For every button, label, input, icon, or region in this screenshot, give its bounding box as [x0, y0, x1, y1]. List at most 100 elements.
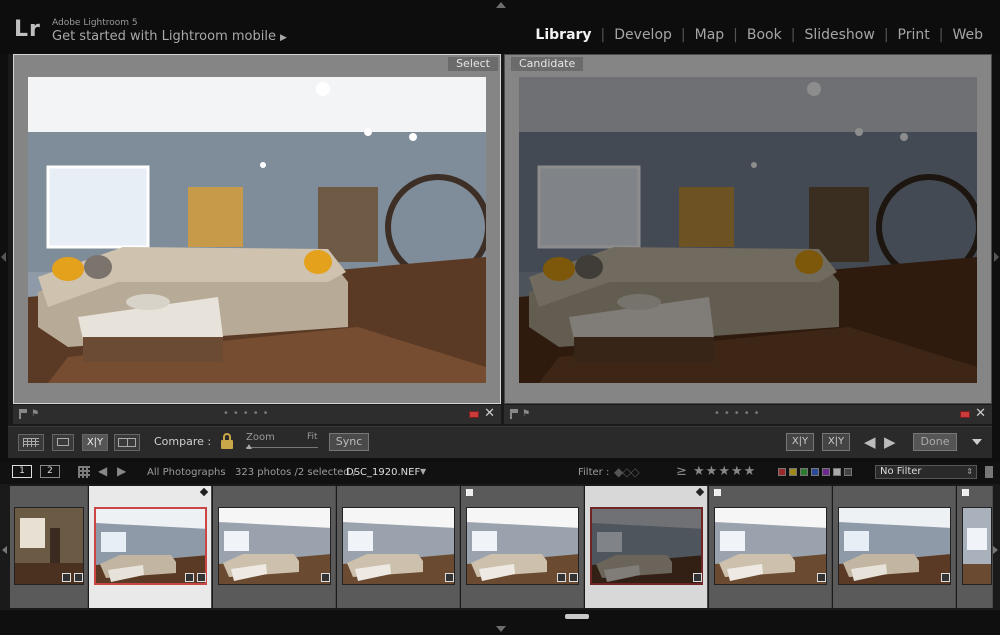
right-panel-toggle-arrow-icon[interactable]	[994, 252, 999, 262]
filmstrip-thumbnail[interactable]	[213, 486, 336, 608]
back-arrow-icon[interactable]: ◀	[98, 464, 107, 478]
candidate-label: Candidate	[511, 57, 584, 71]
flag-filter-icons[interactable]: ◆◇◇	[614, 465, 640, 479]
color-filter-blue[interactable]	[811, 468, 819, 476]
select-pane[interactable]: Select	[13, 54, 501, 404]
sync-button[interactable]: Sync	[329, 433, 369, 451]
close-icon[interactable]: ✕	[484, 406, 495, 421]
module-web[interactable]: Web	[943, 27, 992, 43]
filmstrip-thumbnail[interactable]	[833, 486, 956, 608]
module-library[interactable]: Library	[526, 27, 600, 43]
zoom-slider-knob[interactable]	[246, 444, 252, 449]
candidate-photo[interactable]	[519, 77, 977, 383]
filmstrip-thumbnail-selected[interactable]	[585, 486, 708, 608]
pick-flag-icon	[714, 489, 721, 496]
filmstrip-thumbnail[interactable]	[10, 486, 88, 608]
stack-badge-icon	[62, 573, 71, 582]
thumbnail-photo	[839, 508, 950, 584]
stack-badge-icon	[817, 573, 826, 582]
zoom-slider-track[interactable]	[246, 447, 318, 448]
stack-badge-icon	[693, 573, 702, 582]
color-filter-green[interactable]	[800, 468, 808, 476]
select-pane-status-bar: ⚑ ••••• ✕	[13, 404, 501, 424]
filmstrip-thumbnail-selected[interactable]	[89, 486, 212, 608]
close-icon[interactable]: ✕	[975, 406, 986, 421]
triangle-right-icon: ▶	[279, 33, 287, 43]
thumbnail-image	[218, 507, 331, 585]
forward-arrow-icon[interactable]: ▶	[117, 464, 126, 478]
module-develop[interactable]: Develop	[605, 27, 681, 43]
thumbnail-image	[838, 507, 951, 585]
make-select-button[interactable]: X|Y	[822, 433, 850, 451]
grid-view-icon[interactable]	[78, 466, 90, 478]
module-print[interactable]: Print	[889, 27, 939, 43]
done-button[interactable]: Done	[913, 433, 957, 451]
filmstrip-scroll-left-icon[interactable]	[2, 546, 7, 554]
flag-icon[interactable]	[19, 409, 29, 419]
swap-button[interactable]: X|Y	[786, 433, 814, 451]
candidate-pane[interactable]: Candidate	[504, 54, 992, 404]
toolbar-options-chevron-down-icon[interactable]	[972, 439, 982, 445]
thumbnail-image	[962, 507, 992, 585]
compare-toolbar: X|Y Compare : Zoom Fit Sync X|Y X|Y ◀ ▶ …	[8, 426, 992, 458]
previous-arrow-icon[interactable]: ◀	[864, 433, 876, 451]
lightroom-mobile-link[interactable]: Get started with Lightroom mobile ▶	[52, 29, 287, 44]
app-name: Adobe Lightroom 5	[52, 18, 138, 28]
thumbnail-photo	[592, 509, 701, 583]
reject-flag-icon[interactable]: ⚑	[31, 409, 41, 419]
secondary-window-button[interactable]: 2	[40, 465, 60, 478]
grid-view-button[interactable]	[18, 434, 44, 451]
lock-icon[interactable]	[221, 433, 233, 450]
loupe-view-button[interactable]	[52, 434, 74, 451]
top-panel-toggle-arrow-icon[interactable]	[496, 2, 506, 8]
filmstrip-thumbnail[interactable]	[709, 486, 832, 608]
left-panel-toggle-arrow-icon[interactable]	[1, 252, 6, 262]
current-filename[interactable]: DSC_1920.NEF	[346, 467, 420, 478]
rating-filter-stars[interactable]: ≥ ★★★★★	[676, 464, 756, 479]
bottom-panel-toggle-arrow-icon[interactable]	[496, 626, 506, 632]
filter-lock-icon[interactable]	[985, 466, 993, 478]
stack-badge-icon	[557, 573, 566, 582]
filter-preset-select[interactable]: No Filter ⇕	[875, 465, 977, 479]
color-filter-gray[interactable]	[833, 468, 841, 476]
thumbnail-photo	[963, 508, 991, 584]
filename-dropdown-icon[interactable]: ▼	[420, 467, 426, 476]
color-filter-purple[interactable]	[822, 468, 830, 476]
filmstrip-scroll-right-icon[interactable]	[993, 546, 998, 554]
stack-badge-icon	[445, 573, 454, 582]
mobile-link-label: Get started with Lightroom mobile	[52, 29, 276, 44]
filmstrip-scrollbar-thumb[interactable]	[565, 614, 589, 619]
survey-view-button[interactable]	[114, 434, 140, 451]
flag-icon[interactable]	[510, 409, 520, 419]
reject-flag-icon[interactable]: ⚑	[522, 409, 532, 419]
filmstrip	[0, 484, 1000, 610]
candidate-pane-status-bar: ⚑ ••••• ✕	[504, 404, 992, 424]
compare-view: Select Candidate ⚑ ••••• ✕ ⚑ ••••• ✕	[8, 54, 992, 426]
grid-icon	[23, 438, 39, 447]
filmstrip-source[interactable]: All Photographs	[147, 467, 226, 478]
color-filter-none[interactable]	[844, 468, 852, 476]
primary-window-button[interactable]: 1	[12, 465, 32, 478]
thumbnail-photo	[715, 508, 826, 584]
filmstrip-thumbnail-partial[interactable]	[957, 486, 993, 608]
rating-dots[interactable]: •••••	[223, 408, 273, 419]
color-filter-red[interactable]	[778, 468, 786, 476]
select-photo[interactable]	[28, 77, 486, 383]
rating-dots[interactable]: •••••	[714, 408, 764, 419]
color-filter-yellow[interactable]	[789, 468, 797, 476]
color-label-filter[interactable]	[778, 468, 852, 476]
compare-view-button[interactable]: X|Y	[82, 434, 108, 451]
filmstrip-thumbnail[interactable]	[337, 486, 460, 608]
select-arrows-icon: ⇕	[966, 467, 973, 476]
module-map[interactable]: Map	[686, 27, 734, 43]
next-arrow-icon[interactable]: ▶	[884, 433, 896, 451]
module-slideshow[interactable]: Slideshow	[795, 27, 883, 43]
living-room-photo-dark	[519, 77, 977, 383]
color-label-red[interactable]	[960, 411, 970, 418]
module-book[interactable]: Book	[738, 27, 791, 43]
filmstrip-thumbnail[interactable]	[461, 486, 584, 608]
lock-body	[221, 440, 233, 449]
color-label-red[interactable]	[469, 411, 479, 418]
zoom-label: Zoom	[246, 432, 275, 443]
edit-badge-icon	[569, 573, 578, 582]
